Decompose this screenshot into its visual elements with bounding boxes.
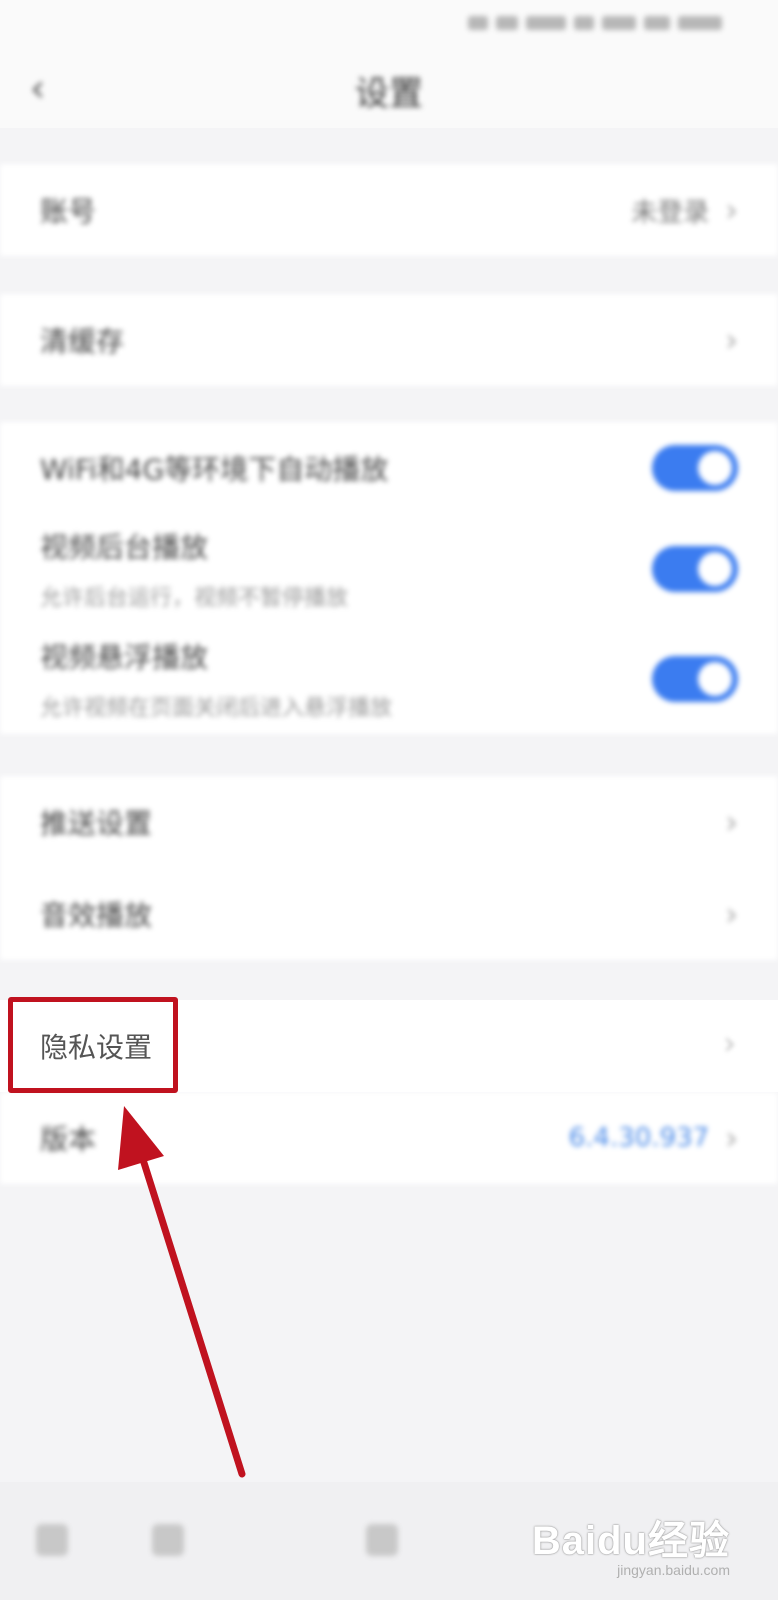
chevron-right-icon: › [723, 1024, 736, 1062]
toggle-row-background: 视频后台播放 允许后台运行，视频不暂停播放 [0, 514, 778, 624]
push-settings-label: 推送设置 [40, 807, 153, 840]
toggle-label: 视频后台播放 [40, 531, 209, 564]
sound-label: 音效播放 [40, 899, 153, 932]
watermark-brand: Baidu经验 [531, 1519, 730, 1563]
floating-play-toggle[interactable] [652, 656, 738, 702]
account-section: 账号 未登录 › [0, 164, 778, 256]
chevron-right-icon: › [725, 1119, 738, 1157]
nav-icon[interactable] [366, 1524, 398, 1556]
version-label: 版本 [40, 1123, 97, 1156]
account-label: 账号 [40, 195, 97, 228]
version-section: 版本 6.4.30.937 › [0, 1092, 778, 1184]
chevron-right-icon: › [725, 803, 738, 841]
account-row[interactable]: 账号 未登录 › [0, 164, 778, 256]
background-play-toggle[interactable] [652, 546, 738, 592]
chevron-right-icon: › [725, 191, 738, 229]
toggle-label: WiFi和4G等环境下自动播放 [40, 453, 389, 486]
status-bar [0, 0, 778, 48]
cache-label: 清缓存 [40, 325, 125, 358]
push-settings-row[interactable]: 推送设置 › [0, 776, 778, 868]
version-row[interactable]: 版本 6.4.30.937 › [0, 1092, 778, 1184]
toggle-knob [698, 552, 732, 586]
page-title: 设置 [355, 74, 423, 114]
highlight-box [8, 997, 178, 1093]
account-value: 未登录 [631, 197, 710, 228]
version-value: 6.4.30.937 [568, 1123, 710, 1153]
sound-row[interactable]: 音效播放 › [0, 868, 778, 960]
app-header: ‹ 设置 [0, 48, 778, 128]
status-icons [468, 12, 722, 34]
toggle-row-floating: 视频悬浮播放 允许视频在页面关闭后进入悬浮播放 [0, 624, 778, 734]
toggle-label: 视频悬浮播放 [40, 641, 209, 674]
cache-row[interactable]: 清缓存 › [0, 294, 778, 386]
chevron-right-icon: › [725, 895, 738, 933]
toggle-knob [698, 662, 732, 696]
playback-section: WiFi和4G等环境下自动播放 视频后台播放 允许后台运行，视频不暂停播放 视频… [0, 422, 778, 734]
autoplay-toggle[interactable] [652, 445, 738, 491]
chevron-right-icon: › [725, 321, 738, 359]
misc-section: 推送设置 › 音效播放 › [0, 776, 778, 960]
toggle-description: 允许视频在页面关闭后进入悬浮播放 [40, 696, 393, 721]
cache-section: 清缓存 › [0, 294, 778, 386]
baidu-watermark: Baidu经验 jingyan.baidu.com [532, 1508, 730, 1578]
toggle-row-autoplay: WiFi和4G等环境下自动播放 [0, 422, 778, 514]
toggle-knob [698, 451, 732, 485]
toggle-description: 允许后台运行，视频不暂停播放 [40, 586, 349, 611]
nav-icon[interactable] [152, 1524, 184, 1556]
nav-icon[interactable] [36, 1524, 68, 1556]
